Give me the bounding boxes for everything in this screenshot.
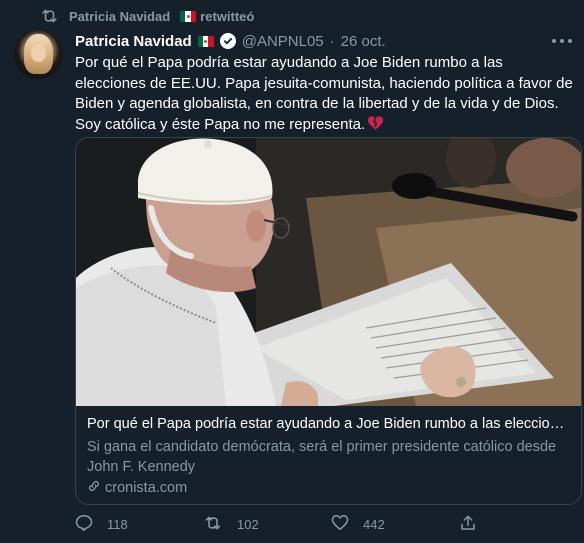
retweeter-name[interactable]: Patricia Navidad xyxy=(69,9,170,24)
share-icon xyxy=(459,514,477,535)
share-button[interactable] xyxy=(459,514,477,535)
tweet-header: Patricia Navidad @ANPNL05 · 26 oct. xyxy=(75,31,386,51)
card-image[interactable] xyxy=(76,138,581,406)
card-text[interactable]: Por qué el Papa podría estar ayudando a … xyxy=(76,406,581,504)
reply-icon xyxy=(75,514,93,534)
card-description: Si gana el candidato demócrata, será el … xyxy=(87,439,557,475)
like-button[interactable]: 442 xyxy=(331,514,459,534)
tweet-text-content: Por qué el Papa podría estar ayudando a … xyxy=(75,54,573,133)
mexico-flag-icon xyxy=(180,10,197,22)
reply-button[interactable]: 118 xyxy=(75,514,203,534)
retweet-button[interactable]: 102 xyxy=(203,515,331,534)
tweet-actions: 118 102 442 xyxy=(75,512,505,536)
link-icon xyxy=(87,479,101,497)
reply-count: 118 xyxy=(107,516,128,532)
card-domain-text: cronista.com xyxy=(105,480,188,496)
verified-badge-icon xyxy=(219,33,236,49)
like-count: 442 xyxy=(363,516,385,532)
author-name[interactable]: Patricia Navidad xyxy=(75,33,192,50)
card-title[interactable]: Por qué el Papa podría estar ayudando a … xyxy=(87,416,572,432)
author-handle[interactable]: @ANPNL05 xyxy=(242,33,324,50)
heart-icon xyxy=(331,514,349,534)
tweet-text: Por qué el Papa podría estar ayudando a … xyxy=(75,53,575,137)
retweet-count: 102 xyxy=(237,516,259,532)
avatar[interactable] xyxy=(14,30,63,79)
link-card[interactable]: Por qué el Papa podría estar ayudando a … xyxy=(75,137,582,505)
card-domain[interactable]: cronista.com xyxy=(87,478,187,498)
tweet[interactable]: Patricia Navidad retwitteó Patricia Navi… xyxy=(0,0,584,543)
retweet-icon xyxy=(203,515,223,534)
retweet-action-label: retwitteó xyxy=(200,8,255,24)
retweet-icon xyxy=(40,8,59,24)
mexico-flag-icon xyxy=(197,35,214,47)
retweet-context: Patricia Navidad retwitteó xyxy=(40,6,254,26)
tweet-date[interactable]: 26 oct. xyxy=(341,33,386,50)
broken-heart-icon xyxy=(367,115,384,138)
separator-dot: · xyxy=(329,32,335,50)
more-options-icon[interactable] xyxy=(552,34,572,48)
